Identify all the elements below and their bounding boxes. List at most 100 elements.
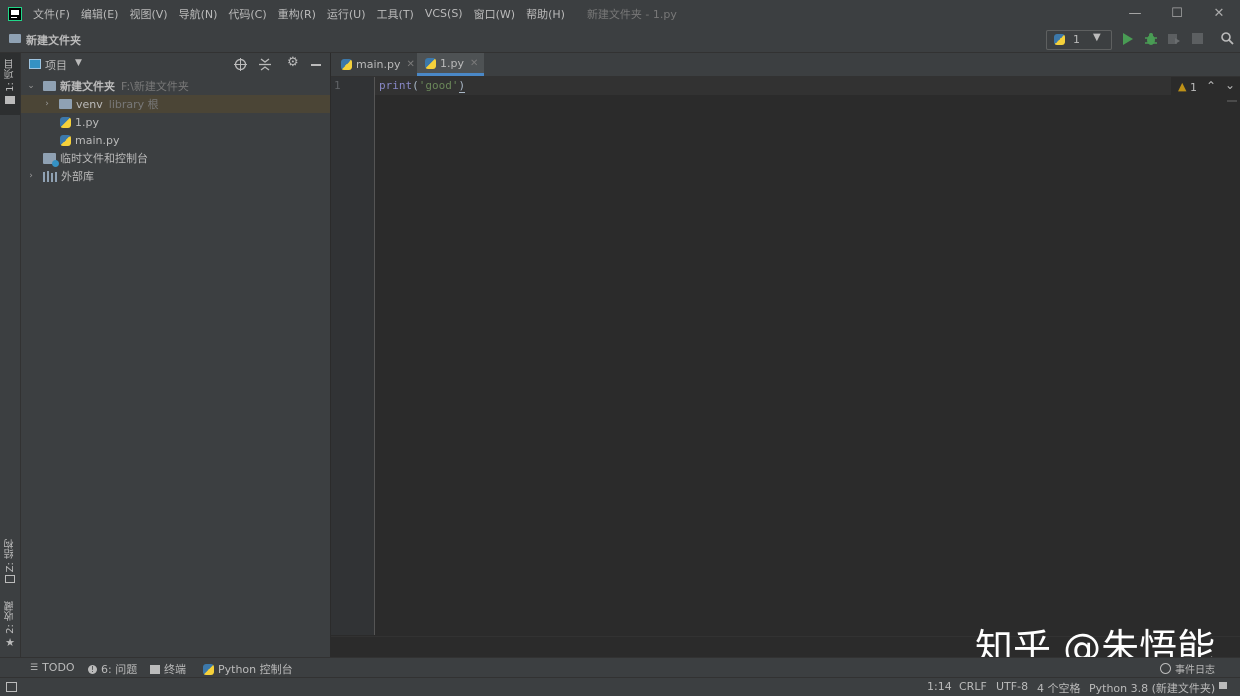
python-icon [1054,34,1065,45]
run-configuration-select[interactable]: 1 ▼ [1046,30,1112,50]
file-mainpy-name: main.py [75,133,120,147]
tab-main-py[interactable]: main.py ✕ [337,53,415,76]
menu-vcs[interactable]: VCS(S) [425,7,463,20]
menu-tools[interactable]: 工具(T) [377,6,414,22]
menu-code[interactable]: 代码(C) [228,6,266,22]
menu-help[interactable]: 帮助(H) [526,6,565,22]
scrollbar-marker[interactable] [1227,100,1237,102]
tool-todo[interactable]: ☰ TODO [30,661,75,674]
project-view-icon [29,59,41,69]
tool-event-log[interactable]: 事件日志 [1160,661,1215,676]
tree-item-root[interactable]: ⌄ 新建文件夹 F:\新建文件夹 [21,77,330,95]
tool-tab-favorites-label: 2: 收藏 [4,601,16,634]
current-line-highlight [375,77,1240,95]
navigation-bar: 新建文件夹 1 ▼ [0,27,1240,53]
terminal-icon [150,664,160,674]
tool-tab-structure[interactable]: Z: 结构 [0,539,20,589]
scratches-label: 临时文件和控制台 [60,152,148,165]
menu-window[interactable]: 窗口(W) [474,6,515,22]
code-string: 'good' [418,79,459,92]
code-editor[interactable]: print('good') [375,77,1240,635]
tree-item-1py[interactable]: 1.py [21,113,330,131]
left-tool-stripe: 1: 项目 Z: 结构 2: 收藏 ★ [0,53,21,657]
project-view-select[interactable]: 项目 [45,57,67,73]
chevron-down-icon[interactable]: ⌄ [25,81,37,91]
tab-1-py[interactable]: 1.py ✕ [417,53,484,76]
editor-tab-bar: main.py ✕ 1.py ✕ [331,53,1240,77]
coverage-icon[interactable] [1167,32,1181,46]
inspection-widget[interactable]: ▲ 1 ⌃ ⌄ [1171,77,1240,97]
menu-run[interactable]: 运行(U) [327,6,366,22]
chevron-down-icon: ▼ [1093,32,1101,43]
python-file-icon [60,116,71,128]
code-line[interactable]: print('good') [379,79,466,93]
tool-tab-project-label: 1: 项目 [4,59,16,92]
minimize-icon[interactable]: — [1114,0,1156,27]
project-panel-header: 项目 ▼ ⚙ [21,53,330,76]
tool-windows-toggle-icon[interactable] [6,682,17,692]
root-folder-name: 新建文件夹 [60,80,115,93]
breadcrumb[interactable]: 新建文件夹 [26,32,81,48]
tree-item-mainpy[interactable]: main.py [21,131,330,149]
line-separator[interactable]: CRLF [959,680,987,693]
chevron-down-icon[interactable]: ▼ [75,58,82,68]
python-interpreter[interactable]: Python 3.8 (新建文件夹) [1089,680,1215,696]
python-file-icon [425,57,436,69]
caret-position[interactable]: 1:14 [927,680,952,693]
tool-problems[interactable]: ! 6: 问题 [88,661,137,677]
lock-icon[interactable] [1219,682,1227,689]
maximize-icon[interactable]: ☐ [1156,0,1198,27]
gear-icon[interactable]: ⚙ [287,55,299,70]
close-icon[interactable]: ✕ [470,58,478,69]
chevron-up-icon[interactable]: ⌃ [1206,79,1216,93]
run-icon[interactable] [1122,33,1134,45]
tool-terminal[interactable]: 终端 [150,661,186,677]
tool-todo-label: TODO [42,661,75,674]
menu-navigate[interactable]: 导航(N) [179,6,218,22]
menu-refactor[interactable]: 重构(R) [278,6,316,22]
locate-icon[interactable] [234,58,247,71]
tree-item-venv[interactable]: › venv library 根 [21,95,330,113]
menu-file[interactable]: 文件(F) [33,6,70,22]
project-tree: ⌄ 新建文件夹 F:\新建文件夹 › venv library 根 1.py m… [21,76,330,657]
tree-item-external-libs[interactable]: › 外部库 [21,167,330,185]
indent-setting[interactable]: 4 个空格 [1037,680,1081,696]
chevron-right-icon[interactable]: › [25,171,37,181]
debug-icon[interactable] [1144,32,1158,46]
stop-icon[interactable] [1192,33,1203,44]
run-configuration-label: 1 [1073,33,1080,46]
star-icon: ★ [5,635,15,649]
tool-python-console-label: Python 控制台 [218,663,293,676]
folder-icon [59,99,72,109]
tool-tab-favorites[interactable]: 2: 收藏 ★ [0,601,20,651]
file-encoding[interactable]: UTF-8 [996,680,1028,693]
tool-tab-structure-label: Z: 结构 [4,539,16,573]
folder-icon [9,34,21,43]
external-libs-label: 外部库 [61,170,94,183]
folder-icon [5,95,15,104]
close-icon[interactable]: ✕ [406,59,414,70]
hide-panel-icon[interactable] [311,64,321,66]
collapse-all-icon[interactable] [259,58,271,71]
tab-main-py-label: main.py [356,58,401,71]
code-function: print [379,79,413,92]
search-icon[interactable] [1221,32,1234,45]
status-bar: 1:14 CRLF UTF-8 4 个空格 Python 3.8 (新建文件夹) [0,677,1240,696]
warning-count: 1 [1190,81,1197,94]
menu-view[interactable]: 视图(V) [129,6,167,22]
venv-folder-name: venv [76,97,103,111]
event-log-icon [1160,663,1171,674]
tool-tab-project[interactable]: 1: 项目 [0,53,20,115]
venv-folder-hint: library 根 [108,98,159,111]
chevron-right-icon[interactable]: › [41,99,53,109]
chevron-down-icon[interactable]: ⌄ [1225,78,1235,92]
code-paren-open: ( [412,79,419,92]
menu-edit[interactable]: 编辑(E) [81,6,119,22]
scratches-icon [43,152,59,167]
python-file-icon [60,134,71,146]
line-number: 1 [334,79,341,92]
close-icon[interactable]: ✕ [1198,0,1240,27]
tool-python-console[interactable]: Python 控制台 [203,661,293,677]
tree-item-scratches[interactable]: 临时文件和控制台 [21,149,330,167]
tool-terminal-label: 终端 [164,663,186,676]
